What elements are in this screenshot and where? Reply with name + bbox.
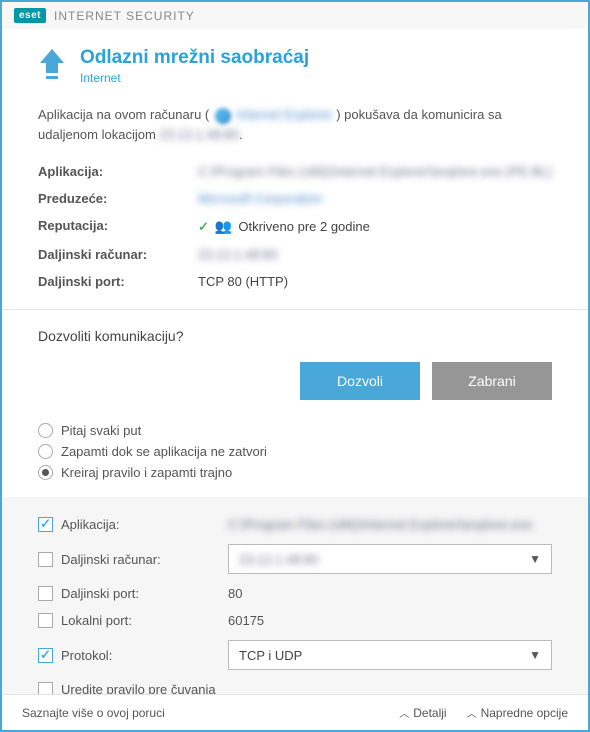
- details-toggle[interactable]: ︿ Detalji: [399, 705, 446, 720]
- users-icon: 👥: [215, 218, 232, 235]
- titlebar: eset INTERNET SECURITY: [2, 2, 588, 29]
- rule-remote-port-label: Daljinski port:: [61, 586, 139, 601]
- outbound-arrow-icon: [38, 47, 66, 81]
- details-label: Detalji: [413, 706, 446, 720]
- publisher-label: Preduzeće:: [38, 185, 198, 212]
- radio-icon: [38, 465, 53, 480]
- app-icon: [215, 108, 231, 124]
- radio-create-rule[interactable]: Kreiraj pravilo i zapamti trajno: [38, 462, 552, 483]
- publisher-value: Microsoft Corporation: [198, 191, 322, 206]
- header: Odlazni mrežni saobraćaj Internet: [38, 47, 552, 85]
- intro-location: 23.12.1.48:80: [159, 127, 239, 142]
- content-area: Odlazni mrežni saobraćaj Internet Aplika…: [2, 29, 588, 694]
- checkbox-local-port[interactable]: [38, 613, 53, 628]
- page-subtitle: Internet: [80, 71, 309, 85]
- footer: Saznajte više o ovoj poruci ︿ Detalji ︿ …: [2, 694, 588, 730]
- radio-label: Pitaj svaki put: [61, 423, 141, 438]
- radio-icon: [38, 423, 53, 438]
- rule-local-port-value: 60175: [228, 613, 552, 628]
- advanced-toggle[interactable]: ︿ Napredne opcije: [467, 705, 568, 720]
- checkbox-protocol[interactable]: [38, 648, 53, 663]
- question-text: Dozvoliti komunikaciju?: [38, 328, 552, 344]
- brand-badge: eset: [14, 8, 46, 23]
- learn-more-link[interactable]: Saznajte više o ovoj poruci: [22, 706, 165, 720]
- rule-remote-port-value: 80: [228, 586, 552, 601]
- port-value: TCP 80 (HTTP): [198, 268, 552, 295]
- port-label: Daljinski port:: [38, 268, 198, 295]
- rule-app-value: C:\Program Files (x86)\Internet Explorer…: [228, 517, 532, 532]
- app-value: C:\Program Files (x86)\Internet Explorer…: [198, 164, 552, 179]
- checkmark-icon: ✓: [198, 219, 209, 235]
- remote-label: Daljinski računar:: [38, 241, 198, 268]
- rule-app-label: Aplikacija:: [61, 517, 120, 532]
- remote-computer-select[interactable]: 23.12.1.48:80 ▼: [228, 544, 552, 574]
- info-table: Aplikacija: C:\Program Files (x86)\Inter…: [38, 158, 552, 295]
- app-label: Aplikacija:: [38, 158, 198, 185]
- remember-radio-group: Pitaj svaki put Zapamti dok se aplikacij…: [38, 420, 552, 483]
- reputation-text: Otkriveno pre 2 godine: [238, 219, 370, 234]
- checkbox-edit-before-save[interactable]: [38, 682, 53, 694]
- separator: [2, 309, 588, 310]
- checkbox-remote-computer[interactable]: [38, 552, 53, 567]
- remote-computer-value: 23.12.1.48:80: [239, 552, 319, 567]
- radio-remember-until-close[interactable]: Zapamti dok se aplikacija ne zatvori: [38, 441, 552, 462]
- chevron-down-icon: ▼: [529, 648, 541, 662]
- rule-remote-label: Daljinski računar:: [61, 552, 161, 567]
- remote-value: 23.12.1.48:80: [198, 247, 278, 262]
- rule-edit-label: Uredite pravilo pre čuvanja: [61, 682, 216, 694]
- rule-protocol-label: Protokol:: [61, 648, 112, 663]
- page-title: Odlazni mrežni saobraćaj: [80, 47, 309, 69]
- checkbox-application[interactable]: [38, 517, 53, 532]
- intro-prefix: Aplikacija na ovom računaru (: [38, 107, 209, 122]
- radio-ask-every-time[interactable]: Pitaj svaki put: [38, 420, 552, 441]
- chevron-up-icon: ︿: [467, 705, 477, 720]
- checkbox-remote-port[interactable]: [38, 586, 53, 601]
- product-name: INTERNET SECURITY: [54, 9, 195, 23]
- protocol-value: TCP i UDP: [239, 648, 302, 663]
- reputation-label: Reputacija:: [38, 212, 198, 241]
- rule-panel: Aplikacija: C:\Program Files (x86)\Inter…: [2, 497, 588, 694]
- advanced-label: Napredne opcije: [481, 706, 568, 720]
- chevron-up-icon: ︿: [399, 705, 409, 720]
- radio-label: Zapamti dok se aplikacija ne zatvori: [61, 444, 267, 459]
- radio-icon: [38, 444, 53, 459]
- deny-button[interactable]: Zabrani: [432, 362, 552, 400]
- chevron-down-icon: ▼: [529, 552, 541, 566]
- button-row: Dozvoli Zabrani: [38, 362, 552, 400]
- intro-app-name: Internet Explorer: [237, 107, 333, 122]
- radio-label: Kreiraj pravilo i zapamti trajno: [61, 465, 232, 480]
- dialog-window: eset INTERNET SECURITY Odlazni mrežni sa…: [0, 0, 590, 732]
- rule-local-port-label: Lokalni port:: [61, 613, 132, 628]
- intro-text: Aplikacija na ovom računaru ( Internet E…: [38, 105, 552, 144]
- allow-button[interactable]: Dozvoli: [300, 362, 420, 400]
- protocol-select[interactable]: TCP i UDP ▼: [228, 640, 552, 670]
